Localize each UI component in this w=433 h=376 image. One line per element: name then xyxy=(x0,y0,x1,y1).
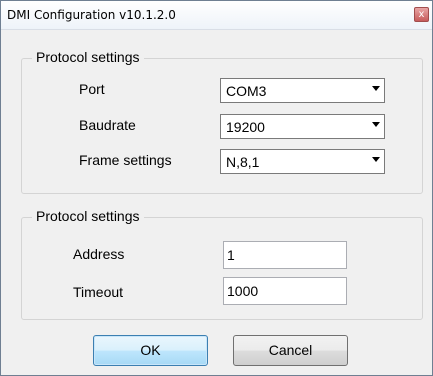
address-input[interactable] xyxy=(223,241,347,269)
port-select-value: COM3 xyxy=(226,83,267,99)
close-icon[interactable]: x xyxy=(414,7,429,22)
chevron-down-icon xyxy=(372,157,380,162)
dmi-configuration-dialog: DMI Configuration v10.1.2.0 x Protocol s… xyxy=(0,0,433,376)
cancel-button[interactable]: Cancel xyxy=(233,335,348,366)
chevron-down-icon xyxy=(372,86,380,91)
baudrate-select-value: 19200 xyxy=(226,119,265,135)
timeout-label: Timeout xyxy=(73,284,124,300)
frame-settings-select[interactable]: N,8,1 xyxy=(220,149,385,174)
title-bar[interactable]: DMI Configuration v10.1.2.0 x xyxy=(1,1,432,30)
baudrate-label: Baudrate xyxy=(79,117,136,133)
group-title: Protocol settings xyxy=(32,208,144,224)
frame-settings-select-value: N,8,1 xyxy=(226,154,260,170)
address-label: Address xyxy=(73,246,125,262)
timeout-input[interactable] xyxy=(223,277,347,305)
frame-settings-label: Frame settings xyxy=(79,152,172,168)
window-title: DMI Configuration v10.1.2.0 xyxy=(7,8,176,22)
group-title: Protocol settings xyxy=(32,49,144,65)
ok-button[interactable]: OK xyxy=(93,335,208,366)
chevron-down-icon xyxy=(372,122,380,127)
protocol-settings-group-2: Protocol settings xyxy=(21,208,423,320)
port-select[interactable]: COM3 xyxy=(220,78,385,103)
baudrate-select[interactable]: 19200 xyxy=(220,114,385,139)
port-label: Port xyxy=(79,81,105,97)
